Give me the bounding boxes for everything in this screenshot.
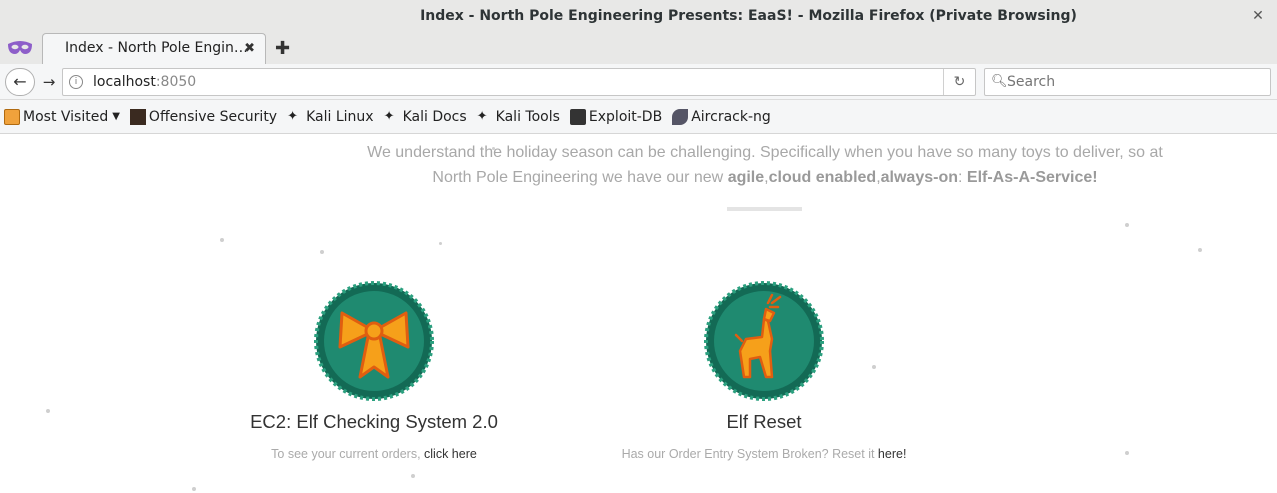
private-browsing-mask-icon bbox=[8, 41, 32, 54]
snowflake bbox=[1198, 248, 1202, 252]
snowflake bbox=[411, 474, 415, 478]
snowflake bbox=[1125, 223, 1129, 227]
bookmark-aircrack-ng[interactable]: Aircrack-ng bbox=[672, 108, 771, 125]
site-info-icon[interactable]: i bbox=[69, 75, 83, 89]
reload-icon[interactable]: ↻ bbox=[943, 69, 975, 95]
snowflake bbox=[439, 242, 442, 245]
snowflake bbox=[320, 250, 324, 254]
new-tab-icon[interactable]: ✚ bbox=[275, 38, 290, 59]
card-description: Has our Order Entry System Broken? Reset… bbox=[621, 447, 907, 461]
snowflake bbox=[220, 238, 224, 242]
url-bar[interactable]: i localhost:8050 ↻ bbox=[62, 68, 976, 96]
offensive-security-icon bbox=[129, 108, 146, 125]
kali-dragon-icon: ✦ bbox=[476, 108, 488, 124]
window-close-icon[interactable]: ✕ bbox=[1249, 7, 1267, 25]
tab-strip: Index - North Pole Engin… ✖ ✚ bbox=[0, 32, 1277, 64]
bookmark-kali-docs[interactable]: ✦ Kali Docs bbox=[384, 109, 467, 125]
aircrack-icon bbox=[672, 108, 689, 125]
bookmark-most-visited[interactable]: Most Visited ▼ bbox=[4, 108, 120, 125]
card-elf-reset: Elf Reset Has our Order Entry System Bro… bbox=[614, 281, 914, 461]
card-title: EC2: Elf Checking System 2.0 bbox=[250, 411, 498, 432]
tab-close-icon[interactable]: ✖ bbox=[244, 41, 255, 56]
kali-dragon-icon: ✦ bbox=[287, 108, 299, 124]
kali-dragon-icon: ✦ bbox=[383, 108, 395, 124]
search-icon: 🔍︎ bbox=[991, 74, 1008, 89]
section-divider bbox=[727, 207, 802, 211]
snowflake bbox=[1125, 451, 1129, 455]
window-titlebar: Index - North Pole Engineering Presents:… bbox=[0, 0, 1277, 32]
navigation-toolbar: ← → i localhost:8050 ↻ 🔍︎ bbox=[0, 64, 1277, 100]
window-title: Index - North Pole Engineering Presents:… bbox=[420, 8, 1077, 24]
bookmark-offensive-security[interactable]: Offensive Security bbox=[129, 108, 277, 125]
snowflake bbox=[192, 487, 196, 491]
wreath-bow-icon bbox=[314, 281, 434, 401]
bookmark-exploit-db[interactable]: Exploit-DB bbox=[569, 108, 662, 125]
bookmarks-toolbar: Most Visited ▼ Offensive Security ✦ Kali… bbox=[0, 100, 1277, 134]
exploit-db-icon bbox=[569, 108, 586, 125]
chevron-down-icon: ▼ bbox=[112, 111, 120, 122]
forward-button[interactable]: → bbox=[37, 72, 61, 94]
click-here-link[interactable]: click here bbox=[424, 447, 477, 461]
card-title: Elf Reset bbox=[726, 411, 802, 432]
card-ec2: EC2: Elf Checking System 2.0 To see your… bbox=[224, 281, 524, 461]
tab-label: Index - North Pole Engin… bbox=[65, 40, 248, 56]
page-content: We understand the holiday season can be … bbox=[0, 135, 1277, 493]
snowflake bbox=[46, 409, 50, 413]
bookmark-kali-tools[interactable]: ✦ Kali Tools bbox=[477, 109, 560, 125]
tab-index[interactable]: Index - North Pole Engin… ✖ bbox=[42, 33, 266, 64]
search-input[interactable] bbox=[1007, 72, 1257, 92]
reset-here-link[interactable]: here! bbox=[878, 447, 907, 461]
url-text[interactable]: localhost:8050 bbox=[93, 74, 196, 90]
folder-icon bbox=[4, 108, 20, 125]
back-button[interactable]: ← bbox=[5, 68, 35, 96]
card-description: To see your current orders, click here bbox=[271, 447, 477, 461]
search-box[interactable]: 🔍︎ bbox=[984, 68, 1271, 96]
bookmark-kali-linux[interactable]: ✦ Kali Linux bbox=[287, 109, 373, 125]
wreath-reindeer-icon bbox=[704, 281, 824, 401]
intro-text: We understand the holiday season can be … bbox=[367, 144, 1163, 186]
